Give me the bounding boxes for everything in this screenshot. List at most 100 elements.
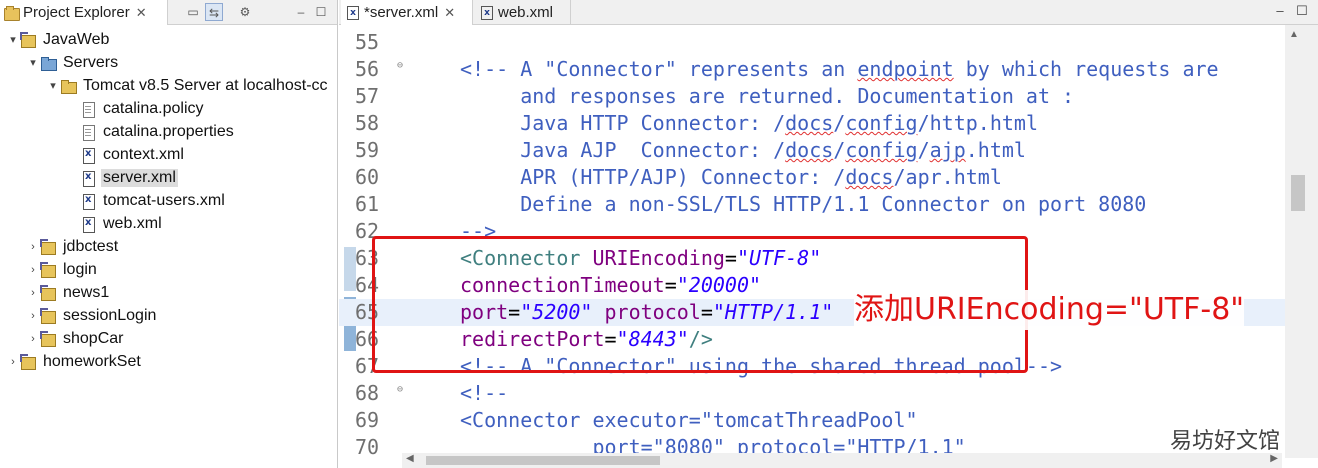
- tab-project-explorer[interactable]: Project Explorer ✕: [0, 0, 168, 25]
- code-text: Java HTTP Connector: /docs/config/http.h…: [460, 110, 1038, 137]
- fold-toggle-icon[interactable]: ⊖: [397, 60, 403, 71]
- xml-file-icon: x: [347, 5, 359, 20]
- tree-item-label: Servers: [63, 53, 119, 71]
- project-icon: [20, 353, 36, 370]
- collapse-arrow-icon[interactable]: ›: [26, 287, 40, 299]
- code-line[interactable]: 59 Java AJP Connector: /docs/config/ajp.…: [339, 137, 1285, 164]
- tree-item-label: shopCar: [63, 329, 124, 347]
- horizontal-scrollbar[interactable]: ◀ ▶: [402, 453, 1282, 468]
- explorer-tab-bar: Project Explorer ✕ ▭ ⇆ ⚙ – ☐: [0, 0, 337, 25]
- tree-item-label: server.xml: [101, 168, 178, 187]
- tree-item-label: jdbctest: [63, 237, 119, 255]
- code-line[interactable]: 61 Define a non-SSL/TLS HTTP/1.1 Connect…: [339, 191, 1285, 218]
- code-token: Define a non-SSL/TLS HTTP/1.1 Connector …: [460, 192, 1147, 216]
- code-token: <!-- A "Connector" represents an: [460, 57, 858, 81]
- tab-web-xml[interactable]: x web.xml: [475, 0, 571, 25]
- xml-file-icon: [80, 193, 96, 210]
- collapse-all-icon[interactable]: ▭: [184, 3, 202, 21]
- tree-item-label: JavaWeb: [43, 30, 110, 48]
- code-text: Define a non-SSL/TLS HTTP/1.1 Connector …: [460, 191, 1146, 218]
- annotation-text: 添加URIEncoding="UTF-8": [854, 290, 1245, 330]
- tree-item-label: context.xml: [103, 145, 184, 163]
- code-line[interactable]: 58 Java HTTP Connector: /docs/config/htt…: [339, 110, 1285, 137]
- line-number: 57: [355, 84, 380, 108]
- code-line[interactable]: 60 APR (HTTP/AJP) Connector: /docs/apr.h…: [339, 164, 1285, 191]
- tree-item[interactable]: › login: [0, 258, 337, 281]
- code-text: <!--: [460, 380, 508, 407]
- code-token: Java HTTP Connector: /: [460, 111, 786, 135]
- code-token: endpoint: [857, 57, 954, 81]
- vertical-scrollbar[interactable]: ▲: [1285, 25, 1318, 458]
- xml-file-icon: [80, 170, 96, 187]
- tree-item[interactable]: › homeworkSet: [0, 350, 337, 373]
- collapse-arrow-icon[interactable]: ›: [6, 356, 20, 368]
- editor-tab-bar: x *server.xml ✕ x web.xml – ☐: [339, 0, 1318, 25]
- expand-arrow-icon[interactable]: ▾: [26, 56, 40, 69]
- tree-item-label: Tomcat v8.5 Server at localhost-cc: [83, 76, 328, 94]
- tree-item[interactable]: server.xml: [0, 166, 337, 189]
- minimize-icon[interactable]: –: [1271, 2, 1289, 20]
- tree-item[interactable]: web.xml: [0, 212, 337, 235]
- tab-server-xml[interactable]: x *server.xml ✕: [341, 0, 473, 25]
- project-icon: [40, 238, 56, 255]
- expand-arrow-icon[interactable]: ▾: [6, 33, 20, 46]
- fold-toggle-icon[interactable]: ⊖: [397, 384, 403, 395]
- xml-file-icon: x: [481, 5, 493, 20]
- tab-server-xml-label: *server.xml: [364, 4, 439, 21]
- project-explorer-panel: Project Explorer ✕ ▭ ⇆ ⚙ – ☐ ▾ JavaWeb ▾ Se…: [0, 0, 338, 468]
- tree-item[interactable]: ▾ Servers: [0, 51, 337, 74]
- tree-item[interactable]: context.xml: [0, 143, 337, 166]
- code-line[interactable]: 55: [339, 29, 1285, 56]
- tree-item[interactable]: tomcat-users.xml: [0, 189, 337, 212]
- close-icon[interactable]: ✕: [444, 5, 455, 21]
- code-token: config: [845, 111, 918, 135]
- project-icon: [40, 284, 56, 301]
- tree-item[interactable]: catalina.properties: [0, 120, 337, 143]
- project-icon: [40, 261, 56, 278]
- tree-item[interactable]: ▾ Tomcat v8.5 Server at localhost-cc: [0, 74, 337, 97]
- collapse-arrow-icon[interactable]: ›: [26, 241, 40, 253]
- close-icon[interactable]: ✕: [136, 5, 147, 21]
- line-number: 70: [355, 435, 380, 457]
- scroll-up-icon[interactable]: ▲: [1289, 29, 1299, 40]
- maximize-icon[interactable]: ☐: [312, 3, 330, 21]
- line-number: 55: [355, 30, 380, 54]
- expand-arrow-icon[interactable]: ▾: [46, 79, 60, 92]
- code-text: and responses are returned. Documentatio…: [460, 83, 1074, 110]
- tree-item[interactable]: › jdbctest: [0, 235, 337, 258]
- code-text: <Connector executor="tomcatThreadPool": [460, 407, 918, 434]
- code-line[interactable]: 56 ⊖ <!-- A "Connector" represents an endp…: [339, 56, 1285, 83]
- code-token: /: [917, 138, 930, 162]
- project-icon: [40, 307, 56, 324]
- collapse-arrow-icon[interactable]: ›: [26, 333, 40, 345]
- code-token: APR (HTTP/AJP) Connector: /: [460, 165, 846, 189]
- tree-item-label: homeworkSet: [43, 352, 141, 370]
- project-icon: [40, 330, 56, 347]
- tree-item[interactable]: › sessionLogin: [0, 304, 337, 327]
- scroll-left-icon[interactable]: ◀: [406, 453, 414, 464]
- code-token: docs: [785, 138, 834, 162]
- filters-icon[interactable]: ⚙: [236, 3, 254, 21]
- code-line[interactable]: 68 ⊖ <!--: [339, 380, 1285, 407]
- link-with-editor-icon[interactable]: ⇆: [205, 3, 223, 21]
- project-tree: ▾ JavaWeb ▾ Servers ▾ Tomcat v8.5 Server at l…: [0, 28, 337, 373]
- tree-item[interactable]: catalina.policy: [0, 97, 337, 120]
- tree-item-label: news1: [63, 283, 110, 301]
- vertical-scroll-thumb[interactable]: [1291, 175, 1305, 211]
- line-number: 60: [355, 165, 380, 189]
- minimize-icon[interactable]: –: [292, 3, 310, 21]
- xml-file-icon: [80, 216, 96, 233]
- code-line[interactable]: 69 <Connector executor="tomcatThreadPool": [339, 407, 1285, 434]
- line-number: 69: [355, 408, 380, 432]
- tree-item-label: catalina.properties: [103, 122, 234, 140]
- code-line[interactable]: 57 and responses are returned. Documenta…: [339, 83, 1285, 110]
- tree-item[interactable]: › shopCar: [0, 327, 337, 350]
- collapse-arrow-icon[interactable]: ›: [26, 264, 40, 276]
- tree-item[interactable]: › news1: [0, 281, 337, 304]
- horizontal-scroll-thumb[interactable]: [426, 456, 660, 465]
- tree-item[interactable]: ▾ JavaWeb: [0, 28, 337, 51]
- collapse-arrow-icon[interactable]: ›: [26, 310, 40, 322]
- maximize-icon[interactable]: ☐: [1293, 2, 1311, 20]
- xml-file-icon: [80, 147, 96, 164]
- code-token: /: [833, 111, 846, 135]
